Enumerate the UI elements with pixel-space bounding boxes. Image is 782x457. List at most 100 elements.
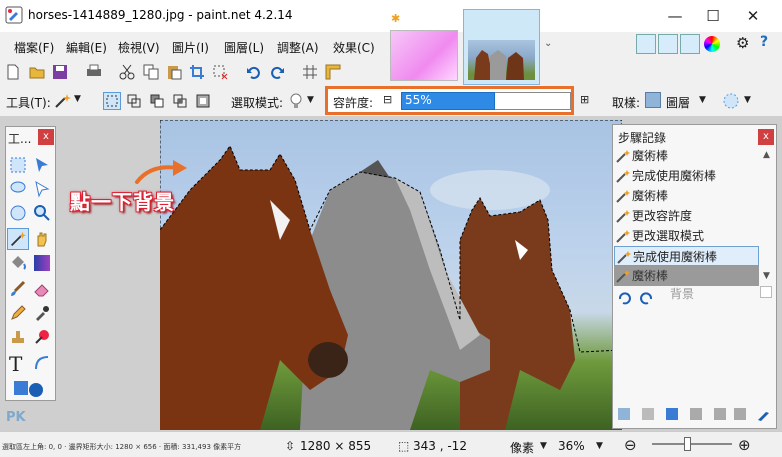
history-item-label: 更改容許度 xyxy=(632,209,693,223)
zoom-value[interactable]: 36% xyxy=(558,439,585,453)
layers-toggle-icon[interactable] xyxy=(680,34,700,54)
gradient-tool-icon[interactable] xyxy=(33,254,51,272)
help-icon[interactable]: ? xyxy=(760,34,768,50)
units-selector[interactable]: 像素 xyxy=(510,439,534,456)
image-size: 1280 × 855 xyxy=(300,439,372,453)
history-item-label: 魔術棒 xyxy=(632,269,669,283)
eraser-tool-icon[interactable] xyxy=(33,280,51,298)
maximize-button[interactable]: ☐ xyxy=(698,4,728,28)
selection-info: 選取區左上角: 0, 0 · 邊界矩形大小: 1280 × 656 · 面積: … xyxy=(2,443,242,451)
menu-file[interactable]: 檔案(F) xyxy=(14,39,54,56)
crop-icon[interactable] xyxy=(189,64,205,80)
grid-icon[interactable] xyxy=(302,64,318,80)
paintbrush-tool-icon[interactable] xyxy=(9,280,27,298)
colors-toggle-icon[interactable] xyxy=(704,36,720,52)
cursor-position: 343 , -12 xyxy=(413,439,467,453)
menu-effects[interactable]: 效果(C) xyxy=(333,39,375,56)
rectangle-select-tool-icon[interactable] xyxy=(9,156,27,174)
horses-image-canvas[interactable] xyxy=(160,120,622,430)
color-picker-tool-icon[interactable] xyxy=(33,304,51,322)
magic-wand-icon xyxy=(616,270,630,283)
history-undo-redo-icons[interactable] xyxy=(617,290,657,306)
selection-invert-icon[interactable] xyxy=(194,92,212,110)
sampling-value[interactable]: 圖層 xyxy=(666,94,690,111)
selection-union-icon[interactable] xyxy=(125,92,143,110)
undo-icon[interactable] xyxy=(246,64,262,80)
history-item[interactable]: 魔術棒 xyxy=(614,146,759,166)
flood-mode-bulb-icon[interactable] xyxy=(289,92,303,110)
tools-toggle-icon[interactable] xyxy=(636,34,656,54)
text-tool-icon[interactable]: T xyxy=(9,352,22,376)
redo-icon[interactable] xyxy=(269,64,285,80)
cursor-position-icon: ⬚ xyxy=(398,439,410,453)
paste-icon[interactable] xyxy=(166,64,182,80)
history-item[interactable]: 完成使用魔術棒 xyxy=(614,166,759,186)
layer-visibility-checkbox[interactable] xyxy=(760,286,772,298)
history-panel-close-button[interactable]: x xyxy=(758,129,774,145)
close-button[interactable]: ✕ xyxy=(738,4,768,28)
deselect-icon[interactable] xyxy=(212,64,228,80)
history-toggle-icon[interactable] xyxy=(658,34,678,54)
move-selection-tool-icon[interactable] xyxy=(33,180,51,198)
zoom-in-icon[interactable]: ⊕ xyxy=(738,436,751,454)
gear-icon[interactable]: ⚙ xyxy=(736,34,749,52)
minimize-button[interactable]: — xyxy=(660,4,690,28)
chevron-down-icon[interactable]: ⌄ xyxy=(544,38,552,49)
layer-sampling-icon xyxy=(645,92,661,108)
save-icon[interactable] xyxy=(52,64,68,80)
selection-intersect-icon[interactable] xyxy=(171,92,189,110)
history-item[interactable]: 更改容許度 xyxy=(614,206,759,226)
selection-exclude-icon[interactable] xyxy=(148,92,166,110)
antialias-icon[interactable] xyxy=(722,92,740,110)
new-file-icon[interactable] xyxy=(5,64,21,80)
sampling-chevron-icon[interactable]: ▼ xyxy=(699,95,706,105)
cut-icon[interactable] xyxy=(119,64,135,80)
history-item[interactable]: 更改選取模式 xyxy=(614,226,759,246)
tolerance-minus-icon[interactable]: ⊟ xyxy=(383,93,392,106)
zoom-chevron-icon[interactable]: ▼ xyxy=(596,441,603,451)
paint-bucket-tool-icon[interactable] xyxy=(9,254,27,272)
menu-bar: 檔案(F) 編輯(E) 檢視(V) 圖片(I) 圖層(L) 調整(A) 效果(C… xyxy=(0,36,390,58)
zoom-slider-thumb[interactable] xyxy=(684,437,691,451)
menu-view[interactable]: 檢視(V) xyxy=(118,39,160,56)
shapes-tool-icon[interactable] xyxy=(12,378,46,398)
menu-adjustments[interactable]: 調整(A) xyxy=(277,39,319,56)
magic-wand-tool-icon[interactable] xyxy=(7,228,29,250)
ruler-icon[interactable] xyxy=(325,64,341,80)
tool-dropdown-chevron-icon[interactable]: ▼ xyxy=(74,94,81,104)
pan-tool-icon[interactable] xyxy=(33,230,51,248)
tolerance-plus-icon[interactable]: ⊞ xyxy=(580,93,589,106)
magic-wand-icon xyxy=(617,251,631,264)
zoom-out-icon[interactable]: ⊖ xyxy=(624,436,637,454)
copy-icon[interactable] xyxy=(143,64,159,80)
magic-wand-icon[interactable] xyxy=(54,93,72,109)
unsaved-star-icon: ✱ xyxy=(391,12,401,25)
pencil-tool-icon[interactable] xyxy=(9,304,27,322)
tools-panel-close-button[interactable]: x xyxy=(38,129,54,145)
open-folder-icon[interactable] xyxy=(29,64,45,80)
flood-mode-chevron-icon[interactable]: ▼ xyxy=(307,95,314,105)
selection-replace-icon[interactable] xyxy=(103,92,121,110)
ellipse-select-tool-icon[interactable] xyxy=(9,204,27,222)
print-icon[interactable] xyxy=(86,64,102,80)
history-item-selected[interactable]: 完成使用魔術棒 xyxy=(614,246,759,266)
line-curve-tool-icon[interactable] xyxy=(33,354,51,372)
menu-layers[interactable]: 圖層(L) xyxy=(224,39,264,56)
zoom-slider-track[interactable] xyxy=(652,443,732,445)
tolerance-value: 55% xyxy=(405,93,432,107)
zoom-tool-icon[interactable] xyxy=(33,204,51,222)
recolor-tool-icon[interactable] xyxy=(33,328,51,346)
menu-image[interactable]: 圖片(I) xyxy=(172,39,209,56)
units-chevron-icon[interactable]: ▼ xyxy=(540,441,547,451)
history-scroll-down-icon[interactable]: ▼ xyxy=(763,271,770,281)
menu-edit[interactable]: 編輯(E) xyxy=(66,39,107,56)
clone-stamp-tool-icon[interactable] xyxy=(9,328,27,346)
move-selected-tool-icon[interactable] xyxy=(33,156,51,174)
lasso-select-tool-icon[interactable] xyxy=(9,180,27,198)
antialias-chevron-icon[interactable]: ▼ xyxy=(744,95,751,105)
history-item-undone[interactable]: 魔術棒 xyxy=(614,266,759,286)
layers-action-icons[interactable] xyxy=(616,405,772,423)
history-scroll-up-icon[interactable]: ▲ xyxy=(763,150,770,160)
main-toolbar xyxy=(0,60,782,86)
history-item[interactable]: 魔術棒 xyxy=(614,186,759,206)
